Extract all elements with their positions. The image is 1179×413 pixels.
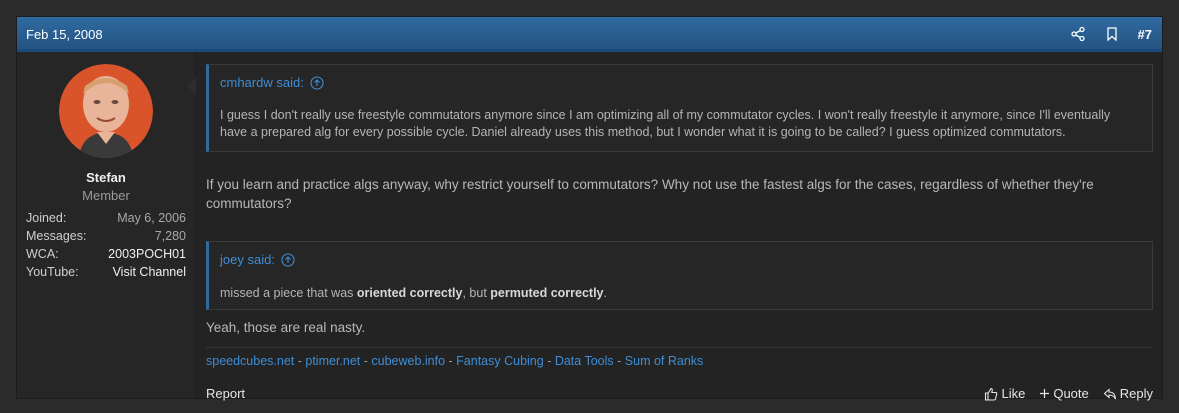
username[interactable]: Stefan [17,170,195,185]
reply-text: If you learn and practice algs anyway, w… [206,177,1094,211]
stat-label: WCA: [26,247,59,261]
signature-link[interactable]: Data Tools [555,354,614,368]
like-label: Like [1001,386,1026,401]
thumbs-up-icon [985,387,998,401]
stat-label: Messages: [26,229,87,243]
bookmark-icon[interactable] [1104,26,1120,42]
user-title: Member [82,188,130,203]
avatar[interactable] [59,64,153,158]
stat-youtube: YouTube: Visit Channel [26,263,186,281]
quote-text-part: . [603,286,607,300]
signature-link[interactable]: cubeweb.info [371,354,445,368]
quote-text-part: , but [462,286,491,300]
quote-text: I guess I don't really use freestyle com… [220,108,1111,139]
arrow-up-circle-icon[interactable] [281,252,295,267]
quote-text: missed a piece that was oriented correct… [220,285,1140,302]
post-header: Feb 15, 2008 #7 [17,17,1162,52]
reply-label: Reply [1119,386,1153,401]
share-icon[interactable] [1070,26,1086,42]
signature-link[interactable]: speedcubes.net [206,354,294,368]
stat-wca: WCA: 2003POCH01 [26,245,186,263]
stat-joined: Joined: May 6, 2006 [26,209,186,227]
user-info-column: Stefan Member Joined: May 6, 2006 Messag… [17,52,196,398]
stat-messages: Messages: 7,280 [26,227,186,245]
signature-link[interactable]: ptimer.net [305,354,360,368]
stat-value: 2003POCH01 [108,247,186,261]
quote-author-link[interactable]: cmhardw said: [220,75,324,90]
like-button[interactable]: Like [984,386,1025,401]
post-number[interactable]: #7 [1138,27,1152,42]
signature: speedcubes.net - ptimer.net - cubeweb.in… [206,354,703,368]
reply-button[interactable]: Reply [1103,386,1153,401]
message-arrow [187,77,196,95]
signature-divider [206,347,1153,348]
post-actions: Like Quote Reply [984,386,1153,401]
message-body: cmhardw said: I guess I don't really use… [206,52,1153,401]
stat-value: 7,280 [154,229,186,243]
signature-link[interactable]: Fantasy Cubing [456,354,544,368]
quote-author[interactable]: joey said: [220,252,275,267]
reply-icon [1103,387,1116,399]
stat-label: YouTube: [26,265,79,279]
quote-block: joey said: missed a piece that was orien… [206,241,1153,310]
post-date[interactable]: Feb 15, 2008 [26,27,103,42]
quote-label: Quote [1053,386,1089,401]
report-link[interactable]: Report [206,386,245,401]
signature-separator: - [613,354,625,368]
signature-separator: - [543,354,555,368]
user-stats: Joined: May 6, 2006 Messages: 7,280 WCA:… [26,209,186,281]
quote-bold-part: oriented correctly [356,286,463,300]
quote-block: cmhardw said: I guess I don't really use… [206,64,1153,152]
quote-text-part: missed a piece that was [220,286,357,300]
header-actions: #7 [1070,26,1152,42]
plus-icon [1040,389,1050,398]
quote-author-link[interactable]: joey said: [220,252,295,267]
signature-link[interactable]: Sum of Ranks [625,354,704,368]
quote-author[interactable]: cmhardw said: [220,75,304,90]
quote-bold-part: permuted correctly [490,286,604,300]
quote-button[interactable]: Quote [1039,386,1089,401]
youtube-link[interactable]: Visit Channel [113,263,186,281]
post: Feb 15, 2008 #7 Stefan Member Joined: Ma… [16,16,1163,401]
signature-separator: - [360,354,372,368]
reply-text: Yeah, those are real nasty. [206,320,366,335]
arrow-up-circle-icon[interactable] [310,75,324,90]
stat-value: May 6, 2006 [117,211,186,225]
stat-label: Joined: [26,211,67,225]
signature-separator: - [445,354,457,368]
signature-separator: - [294,354,306,368]
